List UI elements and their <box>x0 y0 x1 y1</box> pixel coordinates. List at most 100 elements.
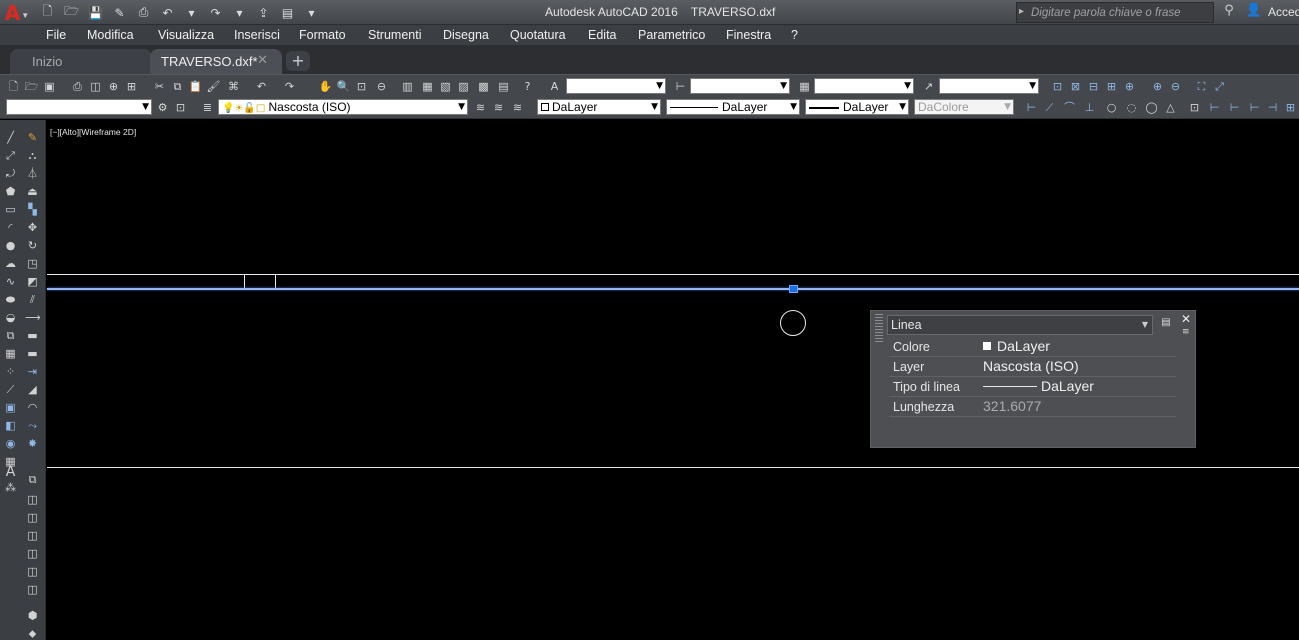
dim-baseline-icon[interactable]: ⊢ <box>1207 100 1222 115</box>
break-point-icon[interactable]: ▬ <box>25 328 40 343</box>
menu-file[interactable]: File <box>46 28 66 42</box>
paste-icon[interactable]: 📋 <box>188 79 203 94</box>
new-tab-button[interactable]: + <box>286 51 310 71</box>
drawing-tick-right[interactable] <box>275 274 276 289</box>
text-style-icon[interactable]: A <box>547 79 562 94</box>
explode-icon[interactable]: ✸ <box>25 436 40 451</box>
menu-parametrico[interactable]: Parametrico <box>638 28 705 42</box>
pan-icon[interactable]: ✋ <box>318 79 333 94</box>
fillet-icon[interactable]: ◠ <box>25 400 40 415</box>
blend-curves-icon[interactable]: ⤳ <box>25 418 40 433</box>
trim-icon[interactable]: ⫽ <box>25 292 40 307</box>
dim-space-icon[interactable]: ⊢ <box>1247 100 1262 115</box>
hatch-back-icon[interactable]: ◫ <box>25 582 40 597</box>
expand-arrow-icon[interactable]: ▸ <box>1019 6 1024 17</box>
text-front-icon[interactable]: ◫ <box>25 564 40 579</box>
region-icon[interactable]: ◧ <box>3 418 18 433</box>
zoom-scale-icon[interactable]: ⊟ <box>1086 79 1101 94</box>
menu-help[interactable]: ? <box>791 28 798 42</box>
preview-icon[interactable]: ◫ <box>88 79 103 94</box>
mtext-icon[interactable]: A <box>3 465 18 480</box>
block-editor-icon[interactable]: ⌘ <box>226 79 241 94</box>
sheet-set-icon[interactable]: ▨ <box>456 79 471 94</box>
dim-radius-icon[interactable]: ○ <box>1104 100 1119 115</box>
extend-icon[interactable]: ⟶ <box>25 310 41 325</box>
offset-icon[interactable]: ⏏ <box>25 184 40 199</box>
application-menu-button[interactable]: A ▼ <box>0 0 34 25</box>
lineweight-select[interactable]: DaLayer ▼ <box>805 99 909 115</box>
redo-dropdown-icon[interactable]: ▾ <box>230 4 249 22</box>
rotate-icon[interactable]: ↻ <box>25 238 40 253</box>
property-row-length[interactable]: Lunghezza 321.6077 <box>889 397 1176 417</box>
menu-formato[interactable]: Formato <box>299 28 346 42</box>
3d-print-icon[interactable]: ⊞ <box>124 79 139 94</box>
tolerance-icon[interactable]: ⊞ <box>1283 100 1298 115</box>
send-under-icon[interactable]: ◫ <box>25 546 40 561</box>
property-row-layer[interactable]: Layer Nascosta (ISO) <box>889 357 1176 377</box>
make-current-layer-icon[interactable]: ≋ <box>473 100 488 115</box>
plotstyle-select[interactable]: DaColore ▼ <box>914 99 1014 115</box>
redo-icon[interactable]: ↷ <box>282 79 297 94</box>
zoom-extents-icon[interactable]: ⤢ <box>1212 79 1227 94</box>
pin-icon[interactable]: ⬢ <box>25 608 40 623</box>
zoom-previous-icon[interactable]: ⊖ <box>374 79 389 94</box>
table-icon[interactable]: ◉ <box>3 436 18 451</box>
zoom-in-icon[interactable]: ⊕ <box>1150 79 1165 94</box>
add-selected-icon[interactable]: ⁂ <box>3 480 18 495</box>
multileader-style-select[interactable]: ▼ <box>939 78 1039 94</box>
undo-icon[interactable]: ↶ <box>158 4 177 22</box>
layer-match-icon[interactable]: ≋ <box>491 100 506 115</box>
menu-inserisci[interactable]: Inserisci <box>234 28 280 42</box>
help-search-input[interactable] <box>1031 4 1211 21</box>
drawing-line-top[interactable] <box>47 274 1299 275</box>
calculator-icon[interactable]: ▤ <box>496 79 511 94</box>
layer-select[interactable]: 💡☀🔓□ Nascosta (ISO) ▼ <box>218 99 468 115</box>
design-center-icon[interactable]: ▦ <box>420 79 435 94</box>
save-icon[interactable]: 💾 <box>86 4 105 22</box>
dim-angular-icon[interactable]: △ <box>1163 100 1178 115</box>
line-midpoint-grip[interactable] <box>789 285 798 293</box>
dim-jogged-icon[interactable]: ◌ <box>1124 100 1139 115</box>
match-properties-icon[interactable]: 🖌 <box>206 79 221 94</box>
customize-qat-icon[interactable]: ▾ <box>302 4 321 22</box>
new-file-icon[interactable]: 🗋 <box>38 4 57 22</box>
polyline-icon[interactable]: ⤾ <box>3 166 18 181</box>
tag-icon[interactable]: ⬥ <box>25 626 40 640</box>
drawing-line-bottom[interactable] <box>47 467 1299 468</box>
zoom-object-icon[interactable]: ⊕ <box>1122 79 1137 94</box>
zoom-window-icon[interactable]: ⊡ <box>1050 79 1065 94</box>
property-value[interactable]: DaLayer <box>983 378 1094 394</box>
publish-icon[interactable]: ⊕ <box>106 79 121 94</box>
workspace-settings-icon[interactable]: ⚙ <box>155 100 170 115</box>
menu-strumenti[interactable]: Strumenti <box>368 28 422 42</box>
open-folder-icon[interactable]: 🗁 <box>62 4 81 22</box>
customize-palette-icon[interactable]: ▤ <box>1159 317 1173 331</box>
arc-icon[interactable]: ◜ <box>3 220 18 235</box>
layer-previous-state-icon[interactable]: ≋ <box>510 100 525 115</box>
make-block-icon[interactable]: ▦ <box>3 346 18 361</box>
menu-finestra[interactable]: Finestra <box>726 28 771 42</box>
move-icon[interactable]: ✥ <box>25 220 40 235</box>
selected-line[interactable] <box>47 288 1299 290</box>
dim-style-icon[interactable]: ⊢ <box>673 79 688 94</box>
point-icon[interactable]: ⁘ <box>3 364 18 379</box>
share-icon[interactable]: ⇪ <box>254 4 273 22</box>
close-tab-icon[interactable]: ✕ <box>257 53 268 68</box>
dim-ordinate-icon[interactable]: ⊥ <box>1082 100 1097 115</box>
join-icon[interactable]: ⇥ <box>25 364 40 379</box>
chamfer-icon[interactable]: ◢ <box>25 382 40 397</box>
color-select[interactable]: DaLayer ▼ <box>537 99 661 115</box>
drawing-tick-left[interactable] <box>244 274 245 289</box>
quick-dim-icon[interactable]: ⊡ <box>1187 100 1202 115</box>
bring-front-icon[interactable]: ◫ <box>25 492 40 507</box>
insert-block-icon[interactable]: ⧉ <box>3 328 18 343</box>
bring-above-icon[interactable]: ◫ <box>25 528 40 543</box>
stretch-icon[interactable]: ◩ <box>25 274 40 289</box>
workspace-select[interactable]: ▼ <box>6 99 152 115</box>
ellipse-icon[interactable]: ⬬ <box>3 292 18 307</box>
plot-icon[interactable]: ⎙ <box>70 79 85 94</box>
markup-icon[interactable]: ▩ <box>476 79 491 94</box>
save-icon[interactable]: ▣ <box>42 79 57 94</box>
zoom-dynamic-icon[interactable]: ⊠ <box>1068 79 1083 94</box>
zoom-realtime-icon[interactable]: 🔍 <box>336 79 351 94</box>
